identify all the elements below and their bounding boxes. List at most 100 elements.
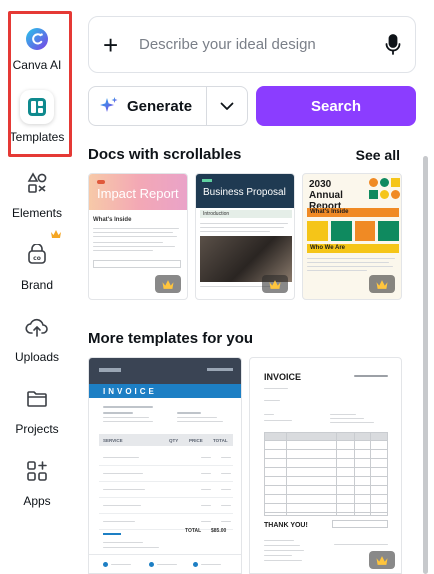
invoice-title: INVOICE (89, 384, 241, 398)
rail-item-uploads[interactable]: Uploads (0, 310, 74, 364)
invoice-mono-line (330, 414, 356, 415)
proposal-title: Business Proposal (203, 187, 286, 198)
premium-crown-badge (369, 275, 395, 293)
svg-text:co: co (33, 255, 41, 262)
annual-text-line (307, 266, 393, 267)
premium-crown-badge (369, 551, 395, 569)
search-button[interactable]: Search (256, 86, 416, 126)
table-row (99, 482, 233, 498)
uploads-icon (20, 310, 54, 344)
annual-subheading-who: Who We Are (307, 244, 399, 253)
invoice-text-line (177, 421, 223, 422)
invoice-mono-line (334, 544, 388, 545)
impact-title: Impact Report (97, 186, 179, 201)
elements-icon (20, 166, 54, 200)
rail-label-apps: Apps (23, 494, 51, 508)
template-card-impact-report[interactable]: Impact Report What's Inside (88, 173, 188, 300)
invoice-mono-line (330, 422, 374, 423)
rail-item-brand[interactable]: co Brand (0, 238, 74, 292)
section-title-more: More templates for you (88, 330, 254, 347)
invoice-total-value: $85.00 (211, 528, 227, 534)
invoice-mono-thanks: THANK YOU! (264, 522, 308, 529)
invoice-text-line (177, 417, 217, 418)
invoice-total-label: TOTAL (185, 528, 202, 534)
impact-logo (97, 180, 105, 184)
invoice-accent-line (103, 533, 121, 535)
invoice-text-line (103, 542, 143, 543)
invoice-mono-line (264, 555, 292, 556)
invoice-mono-title: INVOICE (264, 372, 302, 382)
generate-options-button[interactable] (206, 87, 247, 125)
impact-text-line (93, 250, 153, 251)
proposal-text-line (200, 231, 270, 232)
rail-item-apps[interactable]: Apps (0, 454, 74, 508)
invoice-text-line (103, 421, 153, 422)
annual-icon-row (307, 221, 399, 241)
rail-label-templates: Templates (9, 130, 65, 144)
impact-subheading: What's Inside (93, 217, 132, 223)
impact-callout-box (93, 260, 181, 268)
premium-crown-badge (155, 275, 181, 293)
generate-button[interactable]: Generate (89, 87, 206, 125)
invoice-text-line (103, 406, 153, 408)
annual-text-line (307, 270, 367, 271)
invoice-mono-table (264, 432, 388, 516)
invoice-col-service: SERVICE (103, 437, 123, 443)
template-card-business-proposal[interactable]: Business Proposal Introduction (195, 173, 295, 300)
rail-item-templates[interactable]: Templates (0, 90, 74, 144)
rail-label-brand: Brand (20, 278, 54, 292)
invoice-mono-line (264, 545, 300, 546)
design-prompt-input[interactable] (139, 36, 385, 53)
invoice-number (207, 368, 233, 371)
rail-item-projects[interactable]: Projects (0, 382, 74, 436)
invoice-mono-line (330, 418, 364, 419)
templates-icon (20, 90, 54, 124)
proposal-text-line (200, 223, 288, 224)
rail-item-canva-ai[interactable]: Canva AI (0, 22, 74, 72)
invoice-table-header: SERVICE QTY PRICE TOTAL (99, 434, 233, 446)
invoice-col-price: PRICE (189, 437, 203, 443)
section-title-docs: Docs with scrollables (88, 146, 242, 163)
crown-icon (162, 279, 174, 289)
invoice-col-qty: QTY (169, 437, 179, 443)
mic-icon[interactable] (385, 33, 401, 56)
rail-label-projects: Projects (15, 422, 59, 436)
invoice-mono-line (264, 400, 280, 401)
template-card-invoice-blue[interactable]: INVOICE SERVICE QTY PRICE TOTAL TOTAL $8… (88, 357, 242, 574)
template-card-invoice-mono[interactable]: INVOICE THANK YOU! (249, 357, 402, 574)
brand-icon: co (20, 238, 54, 272)
impact-text-line (93, 236, 177, 237)
panel-scrollbar[interactable] (423, 156, 428, 574)
sparkle-icon (99, 96, 119, 116)
apps-icon (20, 454, 54, 488)
table-row (99, 466, 233, 482)
invoice-text-line (103, 547, 159, 548)
invoice-logo (99, 368, 121, 372)
invoice-mono-line (264, 560, 302, 561)
crown-icon (376, 279, 388, 289)
invoice-text-line (177, 412, 201, 414)
table-row (99, 450, 233, 466)
annual-subheading-inside: What's Inside (307, 208, 399, 217)
design-prompt-bar[interactable]: + (88, 16, 416, 73)
rail-label-uploads: Uploads (14, 350, 60, 364)
canva-ai-icon (20, 22, 54, 56)
invoice-mono-number (354, 375, 388, 377)
invoice-text-line (103, 417, 149, 418)
invoice-mono-line (264, 414, 274, 415)
projects-icon (20, 382, 54, 416)
invoice-text-line (103, 412, 133, 414)
proposal-logo (202, 179, 212, 182)
plus-icon[interactable]: + (103, 32, 127, 58)
chevron-down-icon (220, 102, 234, 111)
rail-item-elements[interactable]: Elements (0, 166, 74, 220)
proposal-text-line (200, 227, 284, 228)
see-all-link[interactable]: See all (356, 147, 400, 163)
table-row (99, 498, 233, 514)
rail-label-elements: Elements (11, 206, 63, 220)
invoice-mono-line (264, 420, 292, 421)
annual-text-line (307, 262, 389, 263)
template-card-annual-report[interactable]: 2030 Annual Report What's Inside Who We … (302, 173, 402, 300)
rail-label-canva-ai: Canva AI (12, 58, 62, 72)
annual-text-line (307, 258, 395, 259)
